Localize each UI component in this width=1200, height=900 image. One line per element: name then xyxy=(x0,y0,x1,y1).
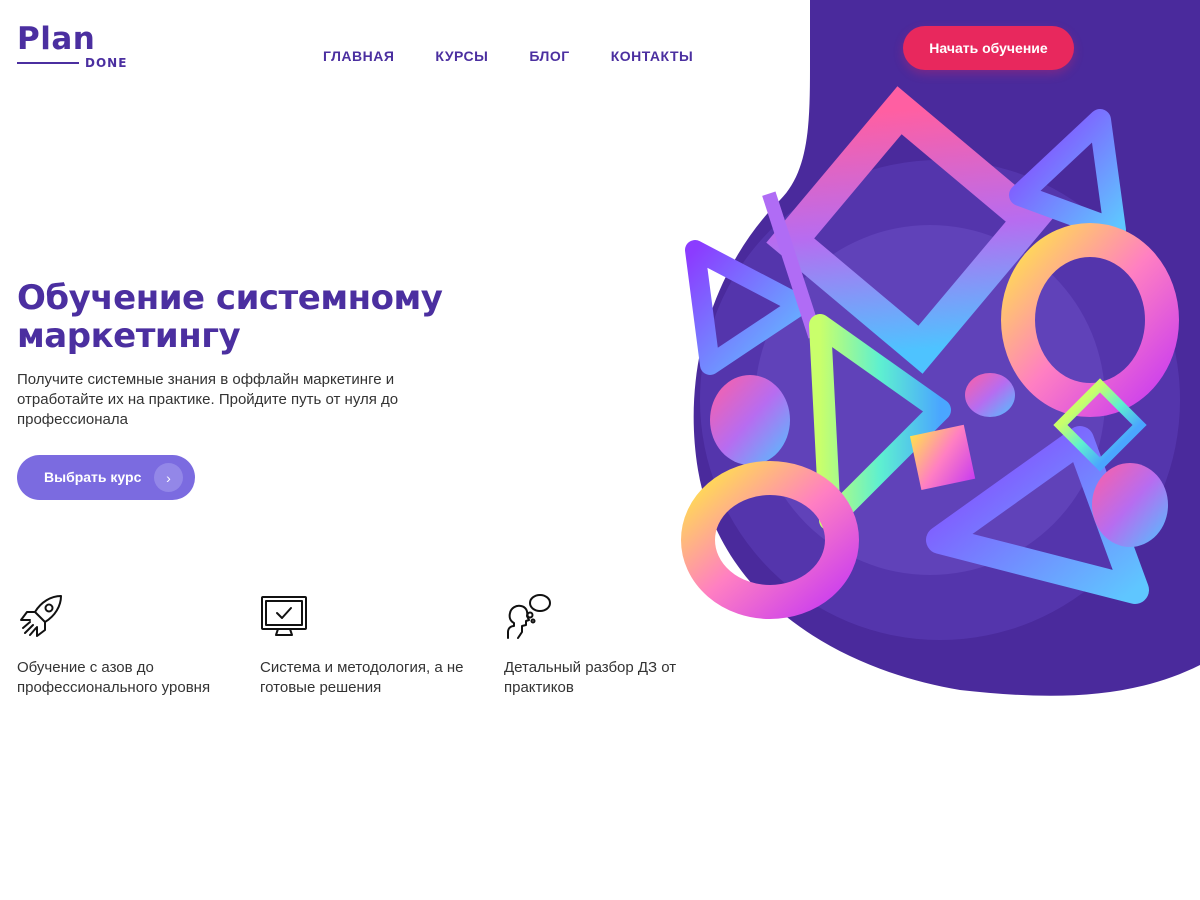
feature-text: Детальный разбор ДЗ от практиков xyxy=(504,659,677,696)
nav-item-blog[interactable]: БЛОГ xyxy=(529,48,569,64)
geometric-shapes-illustration xyxy=(681,0,1200,696)
hero-illustration xyxy=(660,0,1200,720)
hero-title: Обучение системному маркетингу xyxy=(17,278,443,356)
feature-item: Система и методология, а не готовые реше… xyxy=(260,592,490,696)
feature-item: Обучение с азов до профессионального уро… xyxy=(17,592,247,696)
choose-course-button[interactable]: Выбрать курс › xyxy=(17,455,195,500)
choose-course-label: Выбрать курс xyxy=(44,469,142,485)
hero-description: Получите системные знания в оффлайн марк… xyxy=(17,371,399,428)
start-learning-button[interactable]: Начать обучение xyxy=(903,26,1074,70)
nav-item-courses[interactable]: КУРСЫ xyxy=(435,48,488,64)
monitor-check-icon xyxy=(261,596,307,636)
main-nav: ГЛАВНАЯ КУРСЫ БЛОГ КОНТАКТЫ xyxy=(323,48,693,64)
rocket-icon xyxy=(20,595,62,637)
feature-text: Система и методология, а не готовые реше… xyxy=(260,659,464,696)
nav-item-home[interactable]: ГЛАВНАЯ xyxy=(323,48,394,64)
person-thought-icon xyxy=(507,594,551,639)
logo[interactable]: Plan DONE xyxy=(17,21,126,70)
feature-item: Детальный разбор ДЗ от практиков xyxy=(504,592,734,696)
feature-text: Обучение с азов до профессионального уро… xyxy=(17,659,211,696)
logo-underline xyxy=(17,62,79,64)
chevron-right-icon: › xyxy=(154,463,183,492)
logo-subtext: DONE xyxy=(85,56,128,70)
nav-item-contacts[interactable]: КОНТАКТЫ xyxy=(611,48,693,64)
logo-text: Plan xyxy=(17,21,96,57)
